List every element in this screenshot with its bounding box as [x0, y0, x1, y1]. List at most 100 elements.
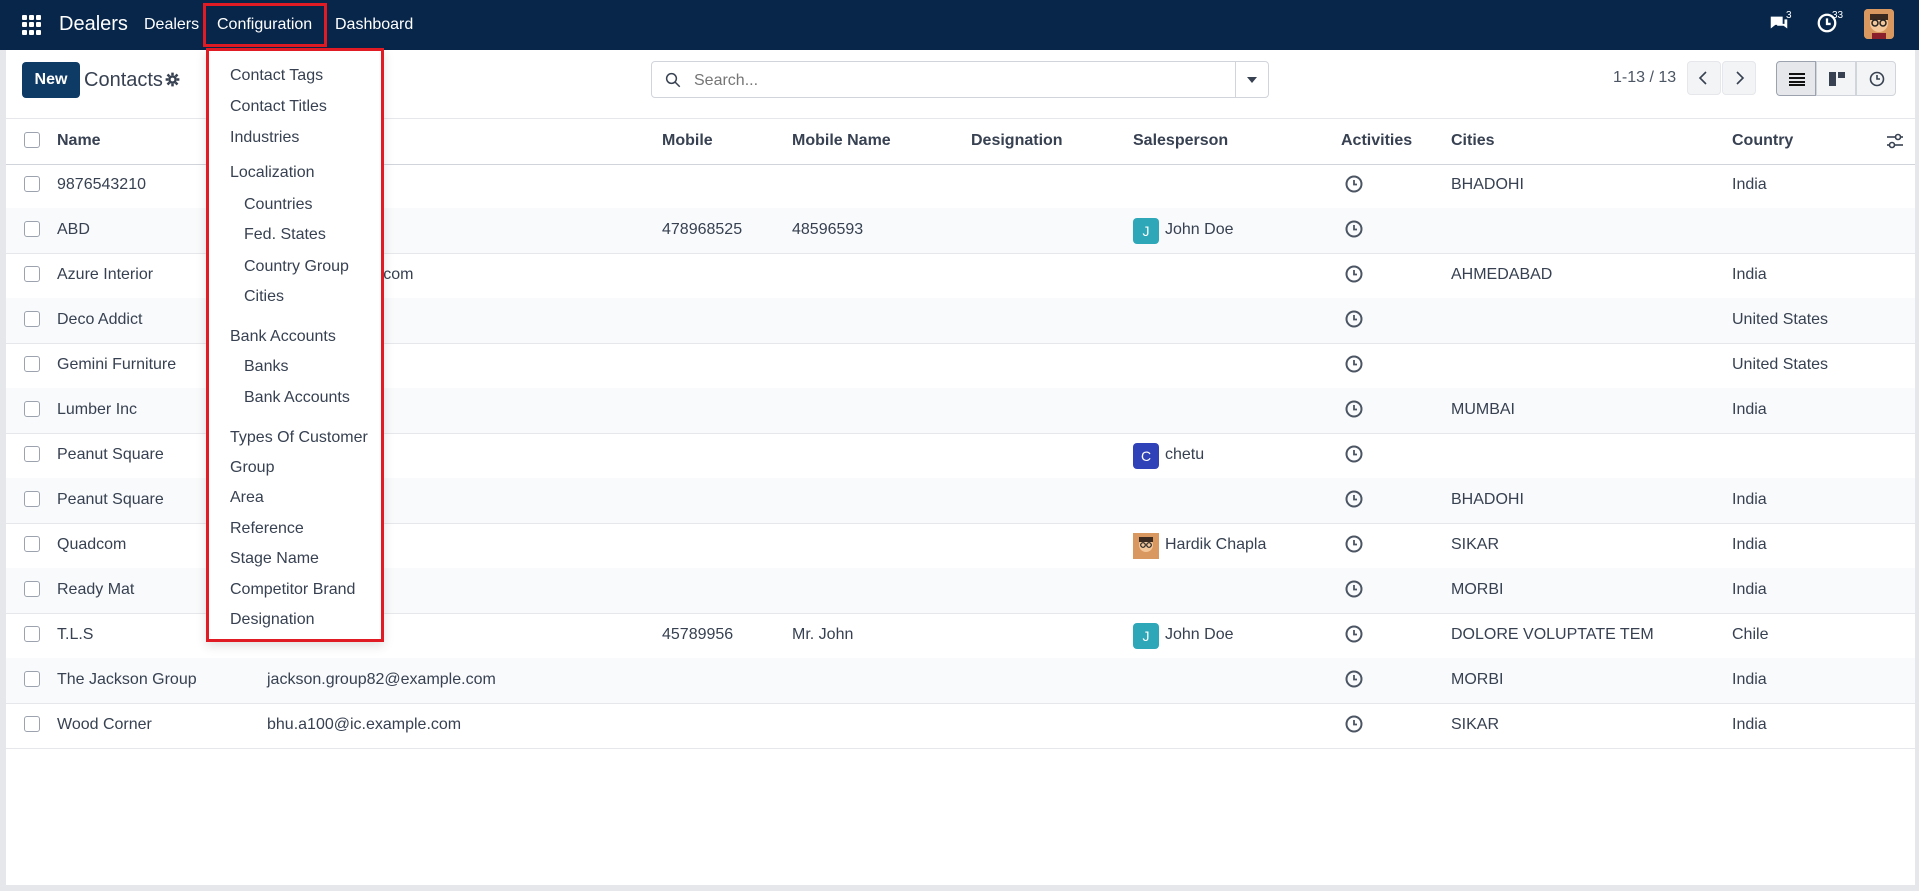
cell-name: The Jackson Group	[57, 671, 197, 688]
cell-name: Peanut Square	[57, 446, 164, 463]
dropdown-item-cities[interactable]: Cities	[244, 288, 284, 306]
activity-clock-icon[interactable]	[1345, 625, 1365, 645]
row-checkbox[interactable]	[24, 266, 40, 282]
cell-name: Gemini Furniture	[57, 356, 177, 373]
dropdown-item-reference[interactable]: Reference	[230, 520, 304, 538]
activity-clock-icon[interactable]	[1345, 715, 1365, 735]
dropdown-item-countries[interactable]: Countries	[244, 196, 312, 214]
nav-dashboard[interactable]: Dashboard	[335, 16, 413, 34]
pager-previous-button[interactable]	[1687, 61, 1721, 95]
cell-name: Quadcom	[57, 536, 127, 553]
activity-clock-icon[interactable]	[1345, 580, 1365, 600]
messages-icon[interactable]: 3	[1768, 10, 1794, 38]
cell-name: T.L.S	[57, 626, 94, 643]
column-mobile[interactable]: Mobile	[662, 132, 713, 150]
activity-clock-icon[interactable]	[1345, 175, 1365, 195]
cell-country: United States	[1732, 356, 1829, 373]
app-brand[interactable]: Dealers	[59, 13, 128, 36]
dropdown-item-designation[interactable]: Designation	[230, 611, 315, 629]
cell-name: Deco Addict	[57, 311, 143, 328]
pager-value[interactable]: 1-13 / 13	[1613, 69, 1676, 87]
activity-clock-icon[interactable]	[1345, 265, 1365, 285]
cell-salesperson: John Doe	[1165, 626, 1234, 643]
dropdown-item-group[interactable]: Group	[230, 459, 274, 477]
kanban-view-button[interactable]	[1816, 61, 1856, 96]
cell-name: Lumber Inc	[57, 401, 138, 418]
activity-clock-icon[interactable]	[1345, 355, 1365, 375]
activity-clock-icon[interactable]	[1345, 220, 1365, 240]
dropdown-item-localization: Localization	[230, 164, 315, 181]
salesperson-avatar	[1133, 533, 1159, 559]
search-options-toggle[interactable]	[1235, 62, 1268, 97]
dropdown-item-contact-tags[interactable]: Contact Tags	[230, 67, 323, 85]
optional-columns-icon[interactable]	[1886, 132, 1906, 152]
activity-clock-icon[interactable]	[1345, 490, 1365, 510]
dropdown-item-area[interactable]: Area	[230, 489, 264, 507]
row-checkbox[interactable]	[24, 716, 40, 732]
nav-dealers[interactable]: Dealers	[144, 16, 199, 34]
activities-icon[interactable]: 33	[1816, 10, 1844, 38]
user-avatar[interactable]	[1864, 9, 1894, 39]
configuration-highlight-box	[203, 3, 327, 47]
activity-clock-icon[interactable]	[1345, 400, 1365, 420]
column-salesperson[interactable]: Salesperson	[1133, 132, 1228, 150]
cell-name: Wood Corner	[57, 716, 152, 733]
gear-icon[interactable]	[165, 72, 180, 87]
dropdown-item-country-group[interactable]: Country Group	[244, 258, 349, 276]
dropdown-item-industries[interactable]: Industries	[230, 129, 299, 147]
apps-menu-icon[interactable]	[22, 15, 42, 35]
row-checkbox[interactable]	[24, 446, 40, 462]
row-checkbox[interactable]	[24, 626, 40, 642]
column-activities[interactable]: Activities	[1341, 132, 1412, 150]
dropdown-item-contact-titles[interactable]: Contact Titles	[230, 98, 327, 116]
dropdown-item-banks[interactable]: Banks	[244, 358, 288, 376]
activity-clock-icon[interactable]	[1345, 310, 1365, 330]
row-checkbox[interactable]	[24, 491, 40, 507]
cell-name: Ready Mat	[57, 581, 135, 598]
row-checkbox[interactable]	[24, 536, 40, 552]
cell-country: India	[1732, 266, 1767, 283]
search-input[interactable]	[692, 70, 1216, 92]
configuration-dropdown: Contact Tags Contact Titles Industries Loca…	[206, 48, 384, 642]
activities-count: 33	[1832, 10, 1844, 21]
table-row[interactable]: The Jackson Group jackson.group82@example…	[6, 658, 1915, 704]
activity-clock-icon[interactable]	[1345, 445, 1365, 465]
list-view-button[interactable]	[1776, 61, 1816, 96]
cell-city: SIKAR	[1451, 716, 1500, 733]
new-button[interactable]: New	[22, 62, 80, 98]
messages-count: 3	[1786, 10, 1792, 21]
column-designation[interactable]: Designation	[971, 132, 1063, 150]
dropdown-item-bank-accounts[interactable]: Bank Accounts	[244, 389, 350, 407]
cell-country: India	[1732, 536, 1767, 553]
dropdown-item-competitor-brand[interactable]: Competitor Brand	[230, 581, 355, 599]
activity-view-button[interactable]	[1856, 61, 1896, 96]
row-checkbox[interactable]	[24, 671, 40, 687]
dropdown-item-types-of-customer[interactable]: Types Of Customer	[230, 429, 368, 447]
column-country[interactable]: Country	[1732, 132, 1793, 150]
cell-city: MORBI	[1451, 581, 1504, 598]
top-navbar: Dealers Dealers Configuration Dashboard …	[0, 0, 1919, 50]
table-row[interactable]: Wood Corner bhu.a100@ic.example.com SIKAR I…	[6, 703, 1915, 749]
dropdown-item-stage-name[interactable]: Stage Name	[230, 550, 319, 568]
cell-name: Azure Interior	[57, 266, 154, 283]
column-name[interactable]: Name	[57, 132, 101, 150]
pager-next-button[interactable]	[1722, 61, 1756, 95]
cell-city: MUMBAI	[1451, 401, 1515, 418]
cell-country: India	[1732, 491, 1767, 508]
activity-clock-icon[interactable]	[1345, 535, 1365, 555]
cell-city: SIKAR	[1451, 536, 1500, 553]
row-checkbox[interactable]	[24, 311, 40, 327]
row-checkbox[interactable]	[24, 356, 40, 372]
activity-clock-icon[interactable]	[1345, 670, 1365, 690]
row-checkbox[interactable]	[24, 221, 40, 237]
column-cities[interactable]: Cities	[1451, 132, 1495, 150]
dropdown-item-fed-states[interactable]: Fed. States	[244, 226, 326, 244]
cell-city: AHMEDABAD	[1451, 266, 1553, 283]
cell-city: BHADOHI	[1451, 491, 1524, 508]
cell-salesperson: chetu	[1165, 446, 1205, 463]
row-checkbox[interactable]	[24, 401, 40, 417]
column-mobile-name[interactable]: Mobile Name	[792, 132, 891, 150]
row-checkbox[interactable]	[24, 176, 40, 192]
row-checkbox[interactable]	[24, 581, 40, 597]
select-all-checkbox[interactable]	[24, 132, 40, 148]
